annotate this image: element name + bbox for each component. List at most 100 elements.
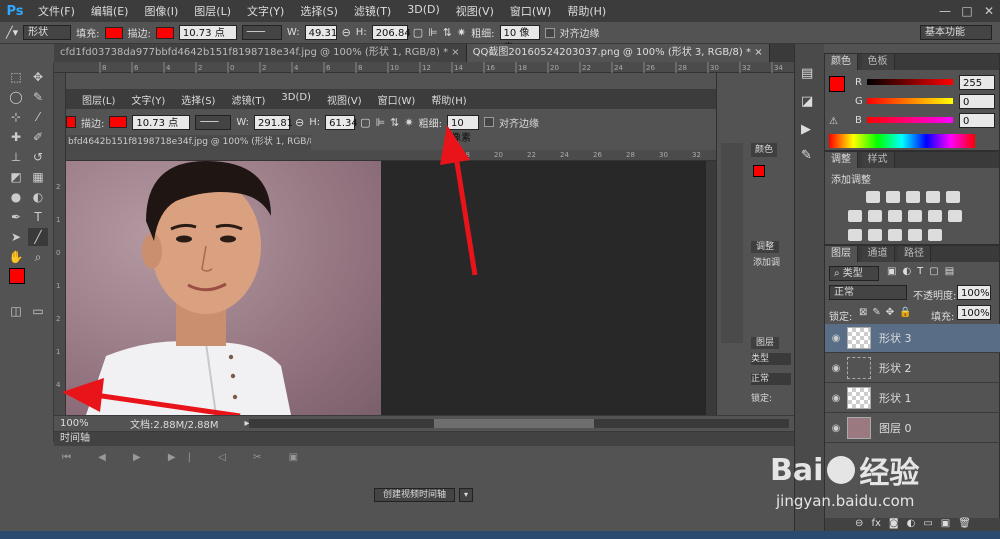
fx-icon[interactable]: fx — [871, 518, 880, 532]
eye-icon[interactable]: ◉ — [825, 393, 847, 404]
color-balance-icon[interactable] — [868, 210, 882, 222]
levels-icon[interactable] — [886, 191, 900, 203]
tab-adjustments[interactable]: 调整 — [825, 152, 858, 168]
threshold-icon[interactable] — [888, 229, 902, 241]
status-bar: 100% 文档:2.88M/2.88M ▸ — [54, 415, 794, 431]
color-fg-swatch[interactable] — [829, 76, 845, 92]
taskbar — [0, 531, 1000, 539]
timeline-panel: 时间轴 ⏮ ◀ ▶ ▶| ◁ ✂ ▣ 创建视频时间轴 ▾ — [54, 431, 794, 531]
timeline-title: 时间轴 — [54, 432, 794, 446]
timeline-controls[interactable]: ⏮ ◀ ▶ ▶| ◁ ✂ ▣ — [62, 452, 310, 463]
layer-thumbnail — [847, 327, 871, 349]
history-panel-icon[interactable]: ▤ — [801, 66, 813, 81]
vibrance-icon[interactable] — [946, 191, 960, 203]
eye-icon[interactable]: ◉ — [825, 363, 847, 374]
tab-color[interactable]: 颜色 — [825, 54, 858, 70]
color-lookup-icon[interactable] — [948, 210, 962, 222]
posterize-icon[interactable] — [868, 229, 882, 241]
zoom-level[interactable]: 100% — [54, 418, 90, 429]
r-field[interactable]: 255 — [959, 75, 995, 90]
layer-thumbnail — [847, 357, 871, 379]
close-button[interactable]: ✕ — [978, 4, 1000, 18]
mask-icon[interactable]: ◙ — [889, 518, 899, 532]
tab-swatches[interactable]: 色板 — [861, 54, 895, 70]
brightness-icon[interactable] — [866, 191, 880, 203]
layer-filter-select[interactable]: ⌕ 类型 — [829, 266, 879, 281]
timeline-dropdown-icon[interactable]: ▾ — [459, 488, 473, 502]
arrow-left-shaft — [94, 392, 241, 419]
layer-filter-icons[interactable]: ▣◐T▢▤ — [887, 266, 960, 277]
opacity-field[interactable]: 100% — [957, 285, 991, 300]
channel-mixer-icon[interactable] — [928, 210, 942, 222]
tab-paths[interactable]: 路径 — [898, 246, 931, 262]
r-slider[interactable] — [867, 79, 953, 85]
g-field[interactable]: 0 — [959, 94, 995, 109]
scrollbar-thumb[interactable] — [434, 419, 594, 428]
trash-icon[interactable]: 🗑 — [958, 518, 971, 532]
fill-label: 填充: — [931, 312, 955, 323]
layer-thumbnail — [847, 417, 871, 439]
watermark-url: jingyan.baidu.com — [776, 492, 915, 510]
layer-name: 形状 2 — [879, 362, 912, 375]
actions-panel-icon[interactable]: ▶ — [801, 122, 811, 137]
black-white-icon[interactable] — [888, 210, 902, 222]
gradient-map-icon[interactable] — [908, 229, 922, 241]
hue-saturation-icon[interactable] — [848, 210, 862, 222]
tab-layers[interactable]: 图层 — [825, 246, 858, 262]
color-panel: 颜色 色板 R 255 G 0 ⚠ B 0 — [824, 53, 1000, 151]
layer-row[interactable]: ◉ 形状 2 — [825, 354, 1000, 383]
exposure-icon[interactable] — [926, 191, 940, 203]
arrow-up-head — [440, 125, 470, 165]
adjustments-panel: 调整 样式 添加调整 — [824, 151, 1000, 245]
tab-styles[interactable]: 样式 — [861, 152, 895, 168]
photo-filter-icon[interactable] — [908, 210, 922, 222]
arrow-up-shaft — [452, 149, 478, 276]
workspace-select[interactable]: 基本功能 — [920, 25, 992, 40]
tab-channels[interactable]: 通道 — [861, 246, 895, 262]
invert-icon[interactable] — [848, 229, 862, 241]
paw-icon — [827, 456, 856, 484]
g-slider[interactable] — [867, 98, 953, 104]
opacity-label: 不透明度: — [913, 291, 957, 302]
b-label: B — [855, 115, 862, 126]
layer-list: ◉ 形状 3 ◉ 形状 2 ◉ 形状 1 ◉ 图层 0 — [825, 324, 1000, 444]
g-label: G — [855, 96, 863, 107]
layer-row[interactable]: ◉ 形状 1 — [825, 384, 1000, 413]
watermark-brand-cn: 经验 — [859, 456, 920, 491]
r-label: R — [855, 77, 862, 88]
arrow-left-head — [62, 378, 104, 412]
annotation-arrows — [62, 125, 478, 419]
layer-name: 图层 0 — [879, 422, 912, 435]
lock-icons[interactable]: ⊠✎✥🔒 — [859, 307, 917, 318]
b-slider[interactable] — [867, 117, 953, 123]
group-icon[interactable]: ▭ — [923, 518, 932, 532]
adjustment-layer-icon[interactable]: ◐ — [907, 518, 916, 532]
layer-row[interactable]: ◉ 形状 3 — [825, 324, 1000, 353]
blend-mode-select[interactable]: 正常 — [829, 285, 907, 300]
eye-icon[interactable]: ◉ — [825, 333, 847, 344]
minimize-button[interactable]: — — [934, 4, 956, 18]
adjustment-icons-row-3 — [825, 227, 999, 246]
curves-icon[interactable] — [906, 191, 920, 203]
b-field[interactable]: 0 — [959, 113, 995, 128]
layer-name: 形状 1 — [879, 392, 912, 405]
selective-color-icon[interactable] — [928, 229, 942, 241]
adjustments-title: 添加调整 — [831, 175, 871, 186]
brush-panel-icon[interactable]: ✎ — [801, 148, 812, 163]
color-spectrum[interactable] — [829, 134, 975, 148]
watermark-brand: Bai — [770, 452, 824, 488]
horizontal-scrollbar[interactable] — [249, 419, 789, 428]
fill-field[interactable]: 100% — [957, 305, 991, 320]
lock-label: 锁定: — [829, 312, 853, 323]
link-layers-icon[interactable]: ⊖ — [855, 518, 863, 532]
layer-thumbnail — [847, 387, 871, 409]
create-video-timeline-button[interactable]: 创建视频时间轴 — [374, 488, 456, 502]
maximize-button[interactable]: □ — [956, 4, 978, 18]
baidu-watermark: Bai 经验 jingyan.baidu.com — [770, 448, 990, 518]
eye-icon[interactable]: ◉ — [825, 423, 847, 434]
doc-size: 文档:2.88M/2.88M — [130, 420, 219, 431]
new-layer-icon[interactable]: ▣ — [941, 518, 950, 532]
properties-panel-icon[interactable]: ◪ — [801, 94, 813, 109]
layer-row[interactable]: ◉ 图层 0 — [825, 414, 1000, 443]
gamut-warning-icon: ⚠ — [829, 116, 838, 127]
